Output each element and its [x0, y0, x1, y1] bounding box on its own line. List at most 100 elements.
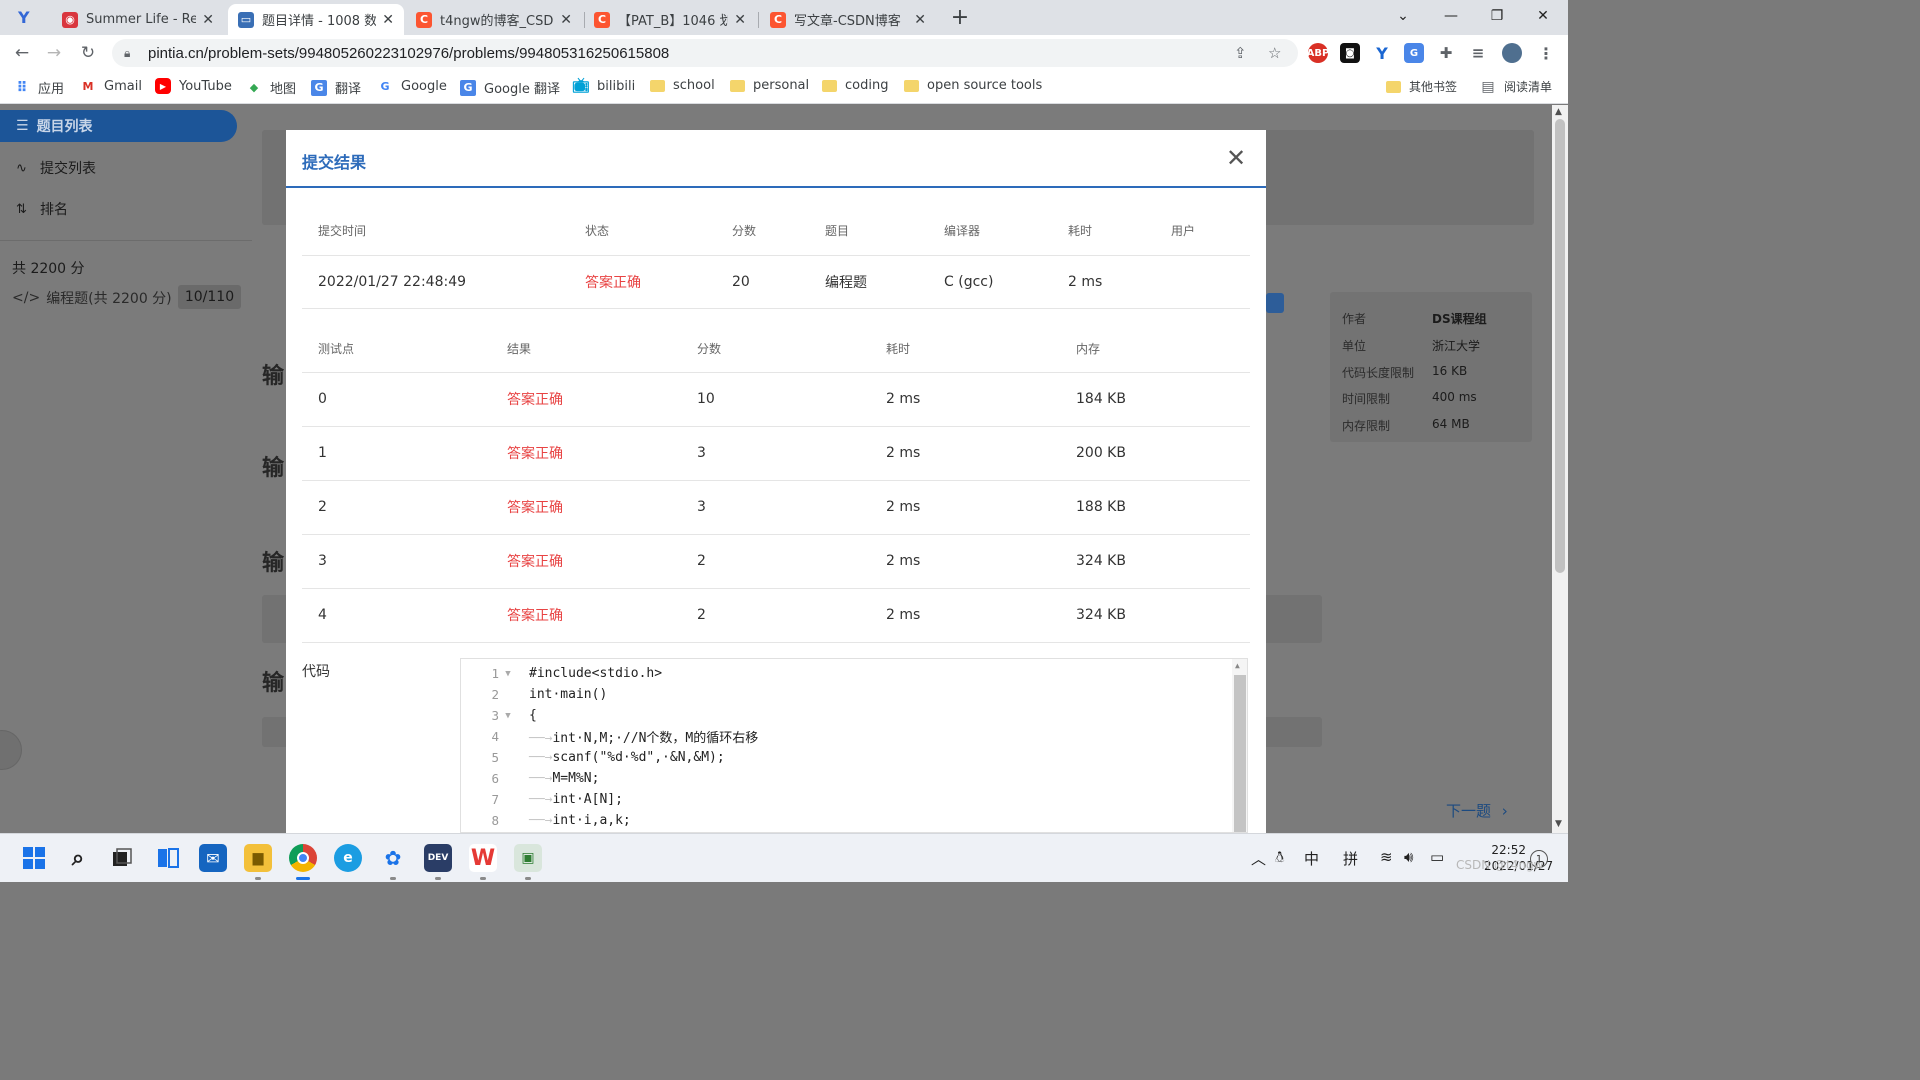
page-scrollbar[interactable]: ▲ ▼	[1552, 105, 1568, 833]
fold-arrow-icon[interactable]: ▼	[499, 711, 517, 721]
tab-summer-life[interactable]: ◉ Summer Life - Regi ✕	[52, 4, 224, 35]
tab-search-icon[interactable]: Y	[18, 8, 38, 28]
forward-button[interactable]: →	[42, 41, 66, 65]
tab-problem-detail[interactable]: ▭ 题目详情 - 1008 数 ✕	[228, 4, 404, 35]
bookmark-folder-open-source-tools[interactable]: open source tools	[904, 78, 1042, 93]
bookmark-star-icon[interactable]: ☆	[1268, 44, 1281, 62]
elapsed-time: 2 ms	[1052, 255, 1155, 309]
extensions-puzzle-icon[interactable]: ✚	[1436, 43, 1456, 63]
tab-close-icon[interactable]: ✕	[734, 12, 746, 28]
close-window-button[interactable]: ✕	[1520, 0, 1566, 32]
reload-button[interactable]: ↻	[76, 41, 100, 65]
wifi-icon[interactable]: ≋	[1380, 848, 1393, 866]
sidebar-item-problem-list[interactable]: ☰ 题目列表	[0, 110, 237, 142]
code-line: 7 ──→int·A[N];	[461, 789, 1231, 810]
adblock-extension-icon[interactable]: ABP	[1307, 43, 1329, 63]
bookmark-gmail[interactable]: M Gmail	[80, 78, 142, 94]
next-problem-link[interactable]: 下一题 ›	[1446, 800, 1508, 821]
tab-title: 写文章-CSDN博客	[794, 14, 901, 29]
bookmark-folder-personal[interactable]: personal	[730, 78, 809, 93]
bookmark-folder-coding[interactable]: coding	[822, 78, 888, 93]
bookmark-apps[interactable]: ⠿ 应用	[14, 78, 64, 98]
translate-extension-icon[interactable]: G	[1404, 43, 1424, 63]
tab-close-icon[interactable]: ✕	[202, 12, 214, 28]
scroll-up-arrow-icon[interactable]: ▲	[1555, 107, 1562, 117]
test-id: 0	[302, 372, 491, 427]
edge-icon[interactable]: e	[334, 844, 362, 872]
yandex-extension-icon[interactable]: Y	[1372, 43, 1392, 63]
test-score: 3	[681, 480, 870, 535]
windows-start-icon[interactable]	[20, 844, 48, 872]
battery-icon[interactable]: ▭	[1430, 848, 1444, 866]
ime-mode-indicator[interactable]: 拼	[1343, 848, 1358, 869]
bookmark-maps[interactable]: ◆ 地图	[246, 78, 296, 97]
terminal-app-icon[interactable]: ▣	[514, 844, 542, 872]
tab-search-dropdown-icon[interactable]: ⌄	[1380, 0, 1426, 32]
wps-office-icon[interactable]: W	[469, 844, 497, 872]
chevron-right-icon: ›	[1501, 802, 1508, 820]
sidebar-item-programming[interactable]: </> 编程题(共 2200 分)	[12, 288, 172, 308]
minimize-button[interactable]: —	[1428, 0, 1474, 32]
search-icon[interactable]: ⌕	[64, 844, 92, 872]
code-text-wrapper: ──→int·N,M;·//N个数，M的循环右移	[529, 727, 758, 746]
bookmark-google-translate[interactable]: G Google 翻译	[460, 78, 560, 97]
widgets-icon[interactable]	[154, 844, 182, 872]
bookmark-youtube[interactable]: ▶ YouTube	[155, 78, 232, 94]
profile-avatar[interactable]	[1502, 43, 1522, 63]
sidebar-toggle-button[interactable]	[0, 730, 22, 770]
url-text[interactable]: pintia.cn/problem-sets/99480526022310297…	[148, 45, 669, 62]
tab-close-icon[interactable]: ✕	[914, 12, 926, 28]
code-editor[interactable]: 1 ▼ #include<stdio.h> 2 int·main() 3 ▼ { 4…	[460, 658, 1248, 833]
tab-close-icon[interactable]: ✕	[560, 12, 572, 28]
menu-kebab-icon[interactable]: ⋮	[1536, 43, 1556, 63]
code-line: 2 int·main()	[461, 684, 1231, 705]
extension-icon[interactable]: ◙	[1340, 43, 1360, 63]
running-indicator	[480, 877, 486, 880]
csdn-icon: C	[770, 11, 786, 28]
volume-icon[interactable]: 🔊︎	[1404, 848, 1413, 866]
bookmark-folder-school[interactable]: school	[650, 78, 715, 93]
dev-cpp-icon[interactable]: DEV	[424, 844, 452, 872]
fold-arrow-icon[interactable]: ▼	[499, 669, 517, 679]
test-time: 2 ms	[870, 372, 1060, 427]
lock-icon[interactable]: 🔒︎	[124, 46, 138, 61]
app-icon[interactable]: ✿	[379, 844, 407, 872]
sidebar-item-ranking[interactable]: ⇅ 排名	[16, 199, 68, 219]
tab-csdn-blog[interactable]: C t4ngw的博客_CSDN ✕	[406, 4, 582, 35]
input-language-indicator[interactable]: 中	[1304, 848, 1319, 869]
back-button[interactable]: ←	[10, 41, 34, 65]
scrollbar-thumb[interactable]	[1555, 119, 1565, 573]
file-explorer-icon[interactable]: ▆	[244, 844, 272, 872]
editor-scrollbar[interactable]: ▲	[1232, 659, 1247, 832]
browser-toolbar: ← → ↻ 🔒︎ pintia.cn/problem-sets/99480526…	[0, 35, 1568, 71]
other-bookmarks-folder[interactable]: 其他书签	[1386, 78, 1457, 95]
mail-icon[interactable]: ✉	[199, 844, 227, 872]
address-bar[interactable]: 🔒︎ pintia.cn/problem-sets/99480526022310…	[112, 39, 1298, 67]
table-row: 1 答案正确 3 2 ms 200 KB	[302, 426, 1250, 481]
scroll-down-arrow-icon[interactable]: ▼	[1555, 819, 1562, 829]
share-icon[interactable]: ⇪	[1234, 44, 1247, 62]
reading-list-button[interactable]: ▤ 阅读清单	[1480, 78, 1552, 95]
code-line: 5 ──→scanf("%d·%d",·&N,&M);	[461, 747, 1231, 768]
chrome-icon[interactable]	[289, 844, 317, 872]
show-hidden-icons-chevron-icon[interactable]: ︿	[1251, 848, 1266, 869]
table-row: 4 答案正确 2 2 ms 324 KB	[302, 588, 1250, 643]
reading-mode-icon[interactable]: ≡	[1468, 43, 1488, 63]
bookmark-translate[interactable]: G 翻译	[311, 78, 361, 97]
tab-pat-b-1046[interactable]: C 【PAT_B】1046 划 ✕	[584, 4, 756, 35]
qq-tray-icon[interactable]: 🐧︎	[1275, 848, 1284, 868]
tab-write-article[interactable]: C 写文章-CSDN博客 ✕	[760, 4, 936, 35]
restore-button[interactable]: ❐	[1474, 0, 1520, 32]
bookmark-bilibili[interactable]: 📺︎ bilibili	[572, 78, 635, 94]
scrollbar-thumb[interactable]	[1234, 675, 1246, 832]
scroll-up-arrow-icon[interactable]: ▲	[1235, 661, 1240, 670]
bookmark-label: Google 翻译	[484, 82, 560, 97]
code-text: scanf("%d·%d",·&N,&M);	[552, 750, 725, 765]
task-view-icon[interactable]	[108, 844, 136, 872]
new-tab-button[interactable]: +	[948, 4, 972, 30]
sidebar-item-submissions[interactable]: ∿ 提交列表	[16, 158, 96, 178]
tab-close-icon[interactable]: ✕	[382, 12, 394, 28]
bookmark-google[interactable]: G Google	[377, 78, 446, 94]
column-header: 测试点	[302, 308, 491, 373]
close-icon[interactable]: ✕	[1222, 144, 1250, 172]
